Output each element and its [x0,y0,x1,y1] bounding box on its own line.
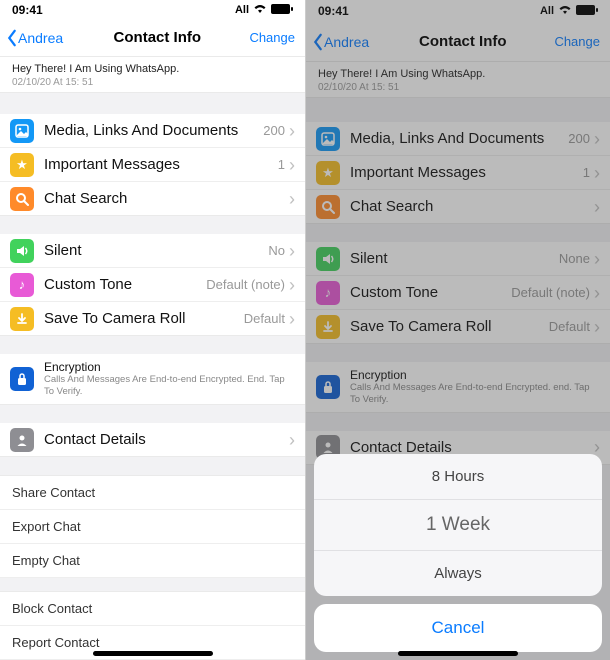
chevron-right-icon: › [594,250,600,268]
back-button[interactable]: Andrea [4,29,65,47]
mute-1week[interactable]: 1 Week [314,500,602,551]
search-row[interactable]: Chat Search › [0,182,305,216]
download-icon [10,307,34,331]
silent-row[interactable]: Silent No › [0,234,305,268]
phone-right: 09:41 All Andrea Contact Info Change Hey… [305,0,610,660]
music-icon: ♪ [316,281,340,305]
chevron-right-icon: › [594,198,600,216]
save-row[interactable]: Save To Camera Roll Default › [0,302,305,336]
chevron-right-icon: › [594,130,600,148]
encryption-row[interactable]: Encryption Calls And Messages Are End-to… [306,362,610,413]
status-bar: 09:41 All [0,0,305,20]
mute-8hours[interactable]: 8 Hours [314,454,602,500]
starred-row[interactable]: ★ Important Messages 1 › [306,156,610,190]
media-row[interactable]: Media, Links And Documents 200 › [306,122,610,156]
lock-icon [10,367,34,391]
details-row[interactable]: Contact Details › [0,423,305,457]
chevron-right-icon: › [594,318,600,336]
nav-bar: Andrea Contact Info Change [0,20,305,57]
chevron-left-icon [312,33,324,51]
lock-icon [316,375,340,399]
encryption-row[interactable]: Encryption Calls And Messages Are End-to… [0,354,305,405]
star-icon: ★ [316,161,340,185]
wifi-icon [253,4,267,17]
wifi-icon [558,5,572,18]
speaker-icon [10,239,34,263]
chevron-right-icon: › [594,164,600,182]
chevron-right-icon: › [289,122,295,140]
nav-bar: Andrea Contact Info Change [306,22,610,62]
block-contact[interactable]: Block Contact [0,591,305,626]
status-icons: All [540,5,598,18]
chevron-right-icon: › [594,284,600,302]
starred-row[interactable]: ★ Important Messages 1 › [0,148,305,182]
media-row[interactable]: Media, Links And Documents 200 › [0,114,305,148]
tone-row[interactable]: ♪ Custom Tone Default (note) › [0,268,305,302]
status-message: Hey There! I Am Using WhatsApp. 02/10/20… [306,62,610,98]
chevron-right-icon: › [289,310,295,328]
page-title: Contact Info [114,29,202,46]
share-contact[interactable]: Share Contact [0,475,305,510]
home-indicator [398,651,518,656]
tone-row[interactable]: ♪ Custom Tone Default (note) › [306,276,610,310]
search-row[interactable]: Chat Search › [306,190,610,224]
chevron-right-icon: › [289,242,295,260]
page-title: Contact Info [419,33,507,50]
mute-always[interactable]: Always [314,551,602,596]
chevron-right-icon: › [289,276,295,294]
status-bar: 09:41 All [306,0,610,22]
media-icon [10,119,34,143]
search-icon [10,187,34,211]
status-icons: All [235,4,293,17]
search-icon [316,195,340,219]
status-message: Hey There! I Am Using WhatsApp. 02/10/20… [0,57,305,93]
empty-chat[interactable]: Empty Chat [0,544,305,578]
change-button[interactable]: Change [249,30,301,45]
chevron-left-icon [6,29,18,47]
silent-row[interactable]: Silent None › [306,242,610,276]
clock: 09:41 [12,3,43,17]
battery-icon [271,4,293,17]
chevron-right-icon: › [289,431,295,449]
phone-left: 09:41 All Andrea Contact Info Change Hey… [0,0,305,660]
home-indicator [93,651,213,656]
speaker-icon [316,247,340,271]
chevron-right-icon: › [289,156,295,174]
media-icon [316,127,340,151]
save-row[interactable]: Save To Camera Roll Default › [306,310,610,344]
cancel-button[interactable]: Cancel [314,604,602,652]
action-sheet: 8 Hours 1 Week Always Cancel [306,446,610,660]
download-icon [316,315,340,339]
contact-icon [10,428,34,452]
clock: 09:41 [318,4,349,18]
battery-icon [576,5,598,18]
back-button[interactable]: Andrea [310,33,371,51]
change-button[interactable]: Change [554,34,606,49]
music-icon: ♪ [10,273,34,297]
star-icon: ★ [10,153,34,177]
export-chat[interactable]: Export Chat [0,510,305,544]
chevron-right-icon: › [289,190,295,208]
